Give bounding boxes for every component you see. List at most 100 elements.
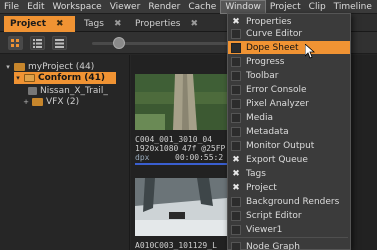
- menu-item-error-console[interactable]: Error Console: [228, 83, 350, 96]
- menu-item-export-queue[interactable]: ✖ Export Queue: [228, 153, 350, 166]
- checkmark-icon: ✖: [232, 168, 240, 179]
- menu-item-label: Pixel Analyzer: [246, 98, 309, 109]
- menu-item-background-renders[interactable]: Background Renders: [228, 195, 350, 208]
- checkmark-icon: ✖: [232, 154, 240, 165]
- checkbox-icon: [231, 196, 241, 207]
- menu-item-progress[interactable]: Progress: [228, 55, 350, 68]
- menu-clip[interactable]: Clip: [305, 0, 330, 14]
- tab-project-label: Project: [10, 19, 47, 29]
- menu-project[interactable]: Project: [266, 0, 305, 14]
- menu-file[interactable]: File: [0, 0, 23, 14]
- project-bin-tree: ▾ myProject (44) ▾ Conform (41) Nissan_X…: [0, 55, 130, 250]
- clip-thumbnail[interactable]: [135, 178, 227, 236]
- grid-view-icon: [11, 39, 19, 47]
- checkbox-icon: [231, 28, 241, 39]
- menu-item-label: Tags: [246, 168, 266, 179]
- clip-format: dpx: [135, 153, 150, 162]
- bin-folder-icon: [24, 74, 35, 82]
- menu-item-label: Curve Editor: [246, 28, 303, 39]
- checkmark-icon: ✖: [232, 182, 240, 193]
- menu-item-label: Node Graph: [246, 241, 300, 250]
- close-icon[interactable]: ✖: [114, 19, 122, 29]
- tab-tags-label: Tags: [84, 19, 104, 29]
- clip-name: C004_001_3010_04: [135, 135, 213, 144]
- menu-item-label: Error Console: [246, 84, 307, 95]
- details-view-button[interactable]: [52, 36, 67, 50]
- checkbox-icon: [231, 140, 241, 151]
- menu-item-label: Export Queue: [246, 154, 308, 165]
- sequence-icon: [28, 87, 37, 95]
- menu-item-tags[interactable]: ✖ Tags: [228, 167, 350, 180]
- menu-item-monitor-output[interactable]: Monitor Output: [228, 139, 350, 152]
- menu-item-pixel-analyzer[interactable]: Pixel Analyzer: [228, 97, 350, 110]
- menu-viewer[interactable]: Viewer: [106, 0, 145, 14]
- clip-thumbnail[interactable]: [135, 74, 227, 130]
- close-icon[interactable]: ✖: [190, 19, 198, 29]
- checkbox-icon: [231, 224, 241, 235]
- menu-render[interactable]: Render: [144, 0, 184, 14]
- menu-timeline[interactable]: Timeline: [330, 0, 376, 14]
- details-view-icon: [55, 39, 64, 48]
- menu-item-label: Progress: [246, 56, 285, 67]
- menu-item-toolbar[interactable]: Toolbar: [228, 69, 350, 82]
- snowy-forest-image: [135, 178, 227, 236]
- close-icon[interactable]: ✖: [56, 19, 64, 29]
- expand-icon[interactable]: +: [22, 96, 30, 108]
- bin-folder-icon: [32, 98, 43, 106]
- mouse-pointer-icon: [305, 44, 315, 59]
- menu-item-script-editor[interactable]: Script Editor: [228, 209, 350, 222]
- menu-item-label: Media: [246, 112, 274, 123]
- tab-properties-label: Properties: [135, 19, 181, 29]
- checkmark-icon: ✖: [232, 16, 240, 27]
- menu-item-label: Background Renders: [246, 196, 340, 207]
- menu-workspace[interactable]: Workspace: [49, 0, 106, 14]
- checkbox-icon: [231, 126, 241, 137]
- checkbox-icon: [231, 84, 241, 95]
- window-menu-dropdown: ✖ Properties Curve Editor Dope Sheet Progres…: [227, 13, 351, 250]
- menu-item-label: Monitor Output: [246, 140, 315, 151]
- menu-item-media[interactable]: Media: [228, 111, 350, 124]
- list-view-icon: [33, 39, 42, 48]
- menu-edit[interactable]: Edit: [23, 0, 48, 14]
- menu-item-metadata[interactable]: Metadata: [228, 125, 350, 138]
- checkbox-icon: [231, 70, 241, 81]
- menu-item-viewer1[interactable]: Viewer1: [228, 223, 350, 236]
- clip-resolution: 1920x1080: [135, 144, 179, 153]
- tree-item-label: VFX (2): [46, 97, 80, 107]
- collapse-icon[interactable]: ▾: [4, 61, 12, 73]
- clip-name: A010C003_101129_L: [135, 241, 217, 250]
- checkbox-icon: [231, 42, 241, 53]
- menu-item-project[interactable]: ✖ Project: [228, 181, 350, 194]
- menu-item-label: Dope Sheet: [246, 42, 299, 53]
- checkbox-icon: [231, 241, 241, 250]
- menu-item-label: Viewer1: [246, 224, 283, 235]
- menu-item-curve-editor[interactable]: Curve Editor: [228, 27, 350, 40]
- menu-cache[interactable]: Cache: [184, 0, 220, 14]
- menu-item-label: Toolbar: [246, 70, 279, 81]
- tree-item-conform[interactable]: ▾ Conform (41): [14, 72, 116, 84]
- clip-duration: 00:00:55:2: [175, 153, 224, 162]
- list-view-button[interactable]: [30, 36, 45, 50]
- tab-properties[interactable]: Properties ✖: [129, 16, 227, 32]
- clip-color-bar: [135, 163, 227, 165]
- menu-item-node-graph[interactable]: Node Graph: [228, 240, 350, 250]
- menu-bar: File Edit Workspace Viewer Render Cache …: [0, 0, 377, 14]
- checkbox-icon: [231, 98, 241, 109]
- menu-item-label: Project: [246, 182, 277, 193]
- checkbox-icon: [231, 56, 241, 67]
- checkbox-icon: [231, 210, 241, 221]
- menu-window[interactable]: Window: [220, 0, 266, 14]
- tree-item-vfx[interactable]: + VFX (2): [22, 96, 122, 108]
- slider-handle[interactable]: [113, 37, 125, 49]
- aerial-forest-image: [135, 74, 227, 130]
- tree-item-label: Conform (41): [38, 73, 105, 83]
- tab-project[interactable]: Project ✖: [4, 16, 75, 32]
- project-folder-icon: [14, 63, 25, 71]
- menu-item-label: Metadata: [246, 126, 289, 137]
- thumbnail-view-button[interactable]: [8, 36, 23, 50]
- tab-tags[interactable]: Tags ✖: [78, 16, 128, 32]
- collapse-icon[interactable]: ▾: [14, 72, 22, 84]
- menu-item-dope-sheet[interactable]: Dope Sheet: [228, 41, 350, 54]
- menu-item-label: Properties: [246, 16, 292, 27]
- checkbox-icon: [231, 112, 241, 123]
